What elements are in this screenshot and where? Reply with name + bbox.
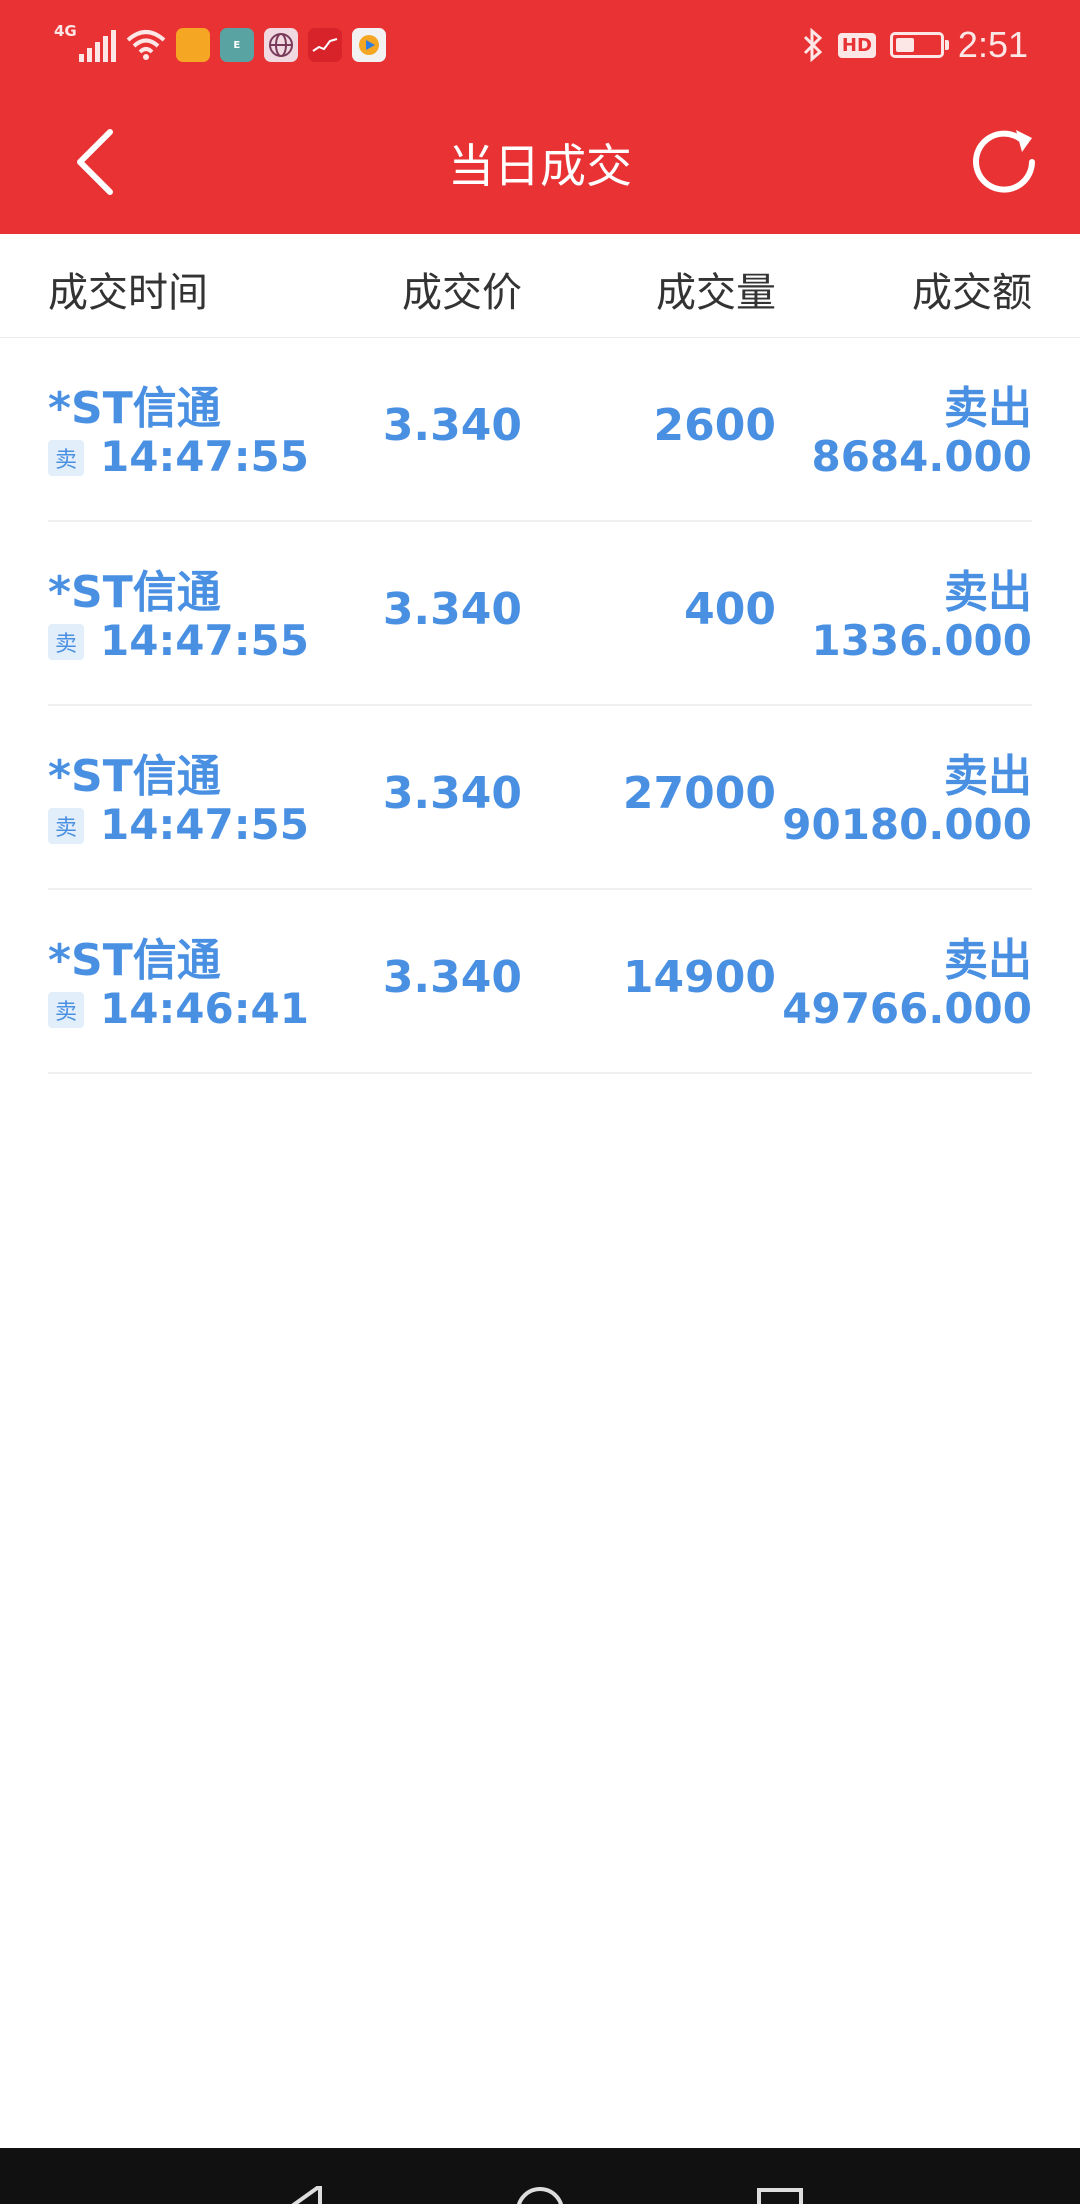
trade-amount: 8684.000 [811, 432, 1032, 481]
trade-direction: 卖出 [944, 567, 1032, 618]
stock-name: *ST信通 [48, 567, 221, 618]
header-volume: 成交量 [656, 270, 776, 316]
wifi-icon [126, 30, 166, 60]
trade-time: 14:47:55 [100, 432, 309, 481]
refresh-icon [973, 130, 1035, 193]
bluetooth-icon [803, 28, 823, 62]
trade-volume: 2600 [653, 400, 776, 451]
trade-price: 3.340 [382, 768, 522, 819]
system-nav-bar [0, 2148, 1080, 2204]
sell-badge: 卖 [48, 440, 84, 476]
table-header: 成交时间 成交价 成交量 成交额 [0, 234, 1080, 338]
sell-badge: 卖 [48, 808, 84, 844]
network-type: 4G [54, 22, 77, 40]
table-row: *ST信通 卖 14:47:55 3.340 27000 卖出 90180.00… [0, 706, 1080, 890]
sell-badge: 卖 [48, 992, 84, 1028]
nav-back-icon[interactable] [280, 2186, 330, 2204]
news-icon [175, 28, 210, 62]
stock-chart-icon [307, 28, 342, 62]
trade-list: *ST信通 卖 14:47:55 3.340 2600 卖出 8684.000 … [0, 338, 1080, 1074]
trade-volume: 27000 [622, 768, 776, 819]
header-amount: 成交额 [912, 270, 1032, 316]
trade-time: 14:47:55 [100, 616, 309, 665]
trade-volume: 14900 [622, 952, 776, 1003]
title-bar: 当日成交 [0, 90, 1080, 234]
table-row: *ST信通 卖 14:46:41 3.340 14900 卖出 49766.00… [0, 890, 1080, 1074]
trade-price: 3.340 [382, 400, 522, 451]
trade-volume: 400 [684, 584, 776, 635]
clock: 2:51 [957, 24, 1028, 65]
trade-direction: 卖出 [944, 935, 1032, 986]
refresh-button[interactable] [966, 124, 1042, 200]
video-icon [351, 28, 386, 62]
sell-badge: 卖 [48, 624, 84, 660]
status-left: 4G E [54, 22, 386, 68]
stock-name: *ST信通 [48, 751, 221, 802]
table-row: *ST信通 卖 14:47:55 3.340 400 卖出 1336.000 [0, 522, 1080, 706]
table-row: *ST信通 卖 14:47:55 3.340 2600 卖出 8684.000 [0, 338, 1080, 522]
trade-amount: 49766.000 [782, 984, 1032, 1033]
trade-price: 3.340 [382, 584, 522, 635]
emui-icon: E [219, 28, 254, 62]
header-price: 成交价 [402, 270, 522, 316]
globe-icon [263, 28, 298, 62]
trade-time: 14:47:55 [100, 800, 309, 849]
hd-badge: HD [837, 32, 876, 58]
nav-home-icon[interactable] [515, 2186, 565, 2204]
trade-direction: 卖出 [944, 751, 1032, 802]
signal-icon [78, 28, 116, 62]
stock-name: *ST信通 [48, 935, 221, 986]
status-right: HD 2:51 [802, 22, 1028, 68]
trade-time: 14:46:41 [100, 984, 309, 1033]
header-time: 成交时间 [48, 270, 208, 316]
trade-amount: 1336.000 [811, 616, 1032, 665]
page-title: 当日成交 [448, 139, 632, 193]
nav-recents-icon[interactable] [755, 2186, 805, 2204]
trade-price: 3.340 [382, 952, 522, 1003]
status-bar: 4G E HD 2:51 [0, 0, 1080, 90]
stock-name: *ST信通 [48, 383, 221, 434]
trade-amount: 90180.000 [782, 800, 1032, 849]
trade-direction: 卖出 [944, 383, 1032, 434]
battery-icon [889, 32, 949, 58]
